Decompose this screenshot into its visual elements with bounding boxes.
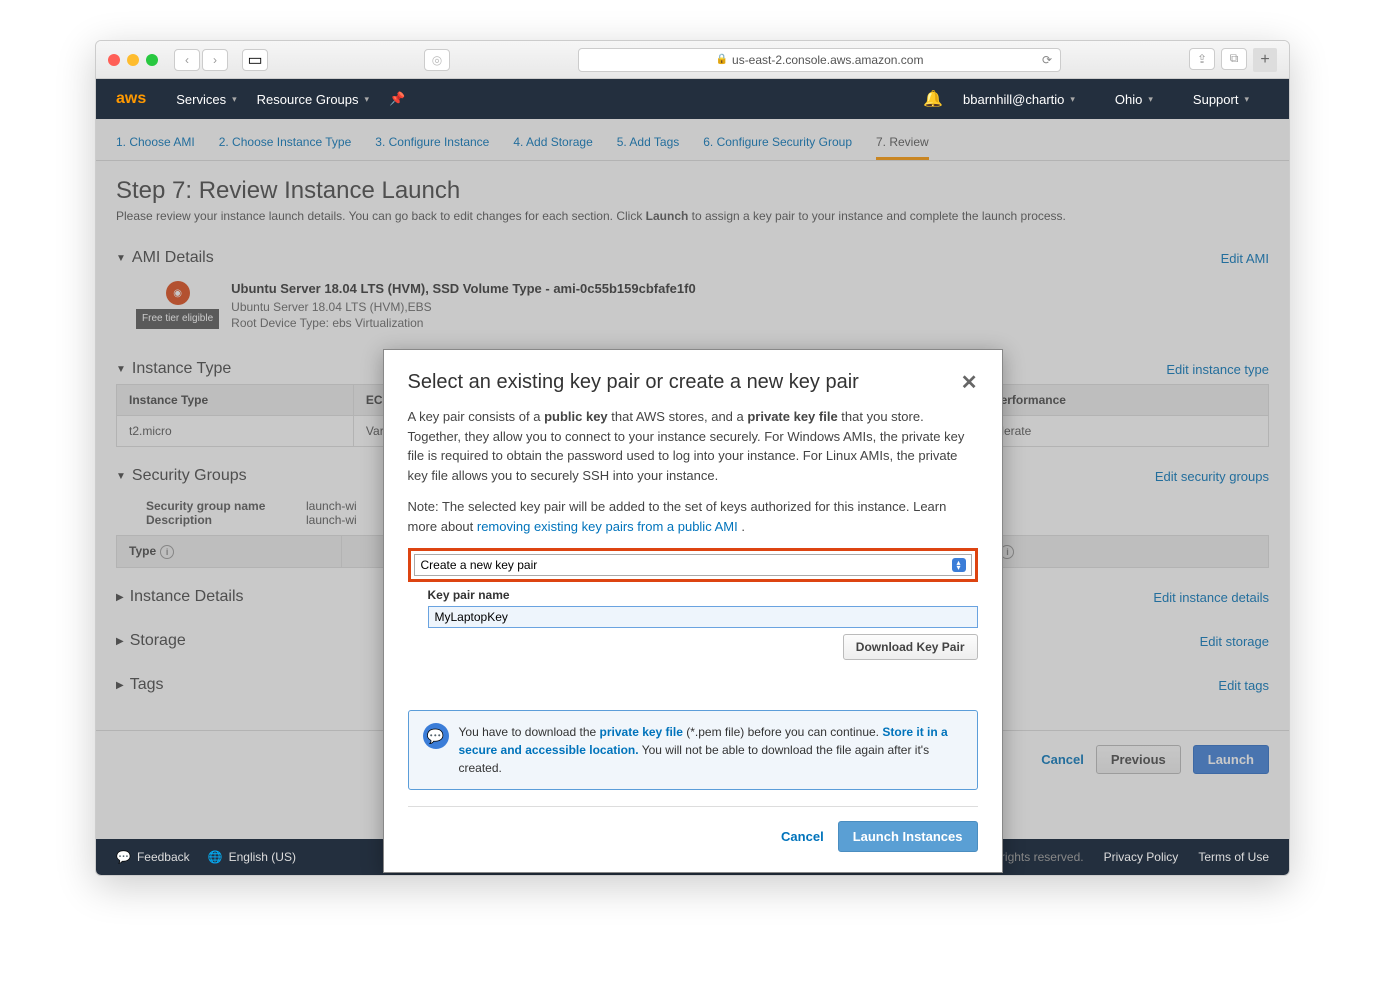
- resource-groups-menu[interactable]: Resource Groups ▾: [257, 92, 369, 107]
- key-pair-modal: Select an existing key pair or create a …: [383, 349, 1003, 873]
- key-pair-name-input[interactable]: [428, 606, 978, 628]
- support-label: Support: [1193, 92, 1239, 107]
- services-label: Services: [176, 92, 226, 107]
- share-icon[interactable]: ⇪: [1189, 48, 1215, 70]
- forward-button[interactable]: ›: [202, 49, 228, 71]
- pin-icon[interactable]: 📌: [389, 91, 405, 107]
- select-chevron-icon: ▴▾: [952, 558, 966, 572]
- modal-paragraph-2: Note: The selected key pair will be adde…: [408, 497, 978, 536]
- chevron-down-icon: ▾: [232, 94, 237, 105]
- feedback-link[interactable]: 💬Feedback: [116, 850, 190, 864]
- key-pair-name-label: Key pair name: [428, 586, 978, 604]
- language-selector[interactable]: 🌐English (US): [208, 850, 296, 864]
- region-label: Ohio: [1115, 92, 1142, 107]
- tabs-icon[interactable]: ⧉: [1221, 48, 1247, 70]
- privacy-link[interactable]: Privacy Policy: [1104, 850, 1179, 864]
- main-content: 1. Choose AMI 2. Choose Instance Type 3.…: [96, 119, 1289, 839]
- back-button[interactable]: ‹: [174, 49, 200, 71]
- sidebar-toggle-icon[interactable]: ▭: [242, 49, 268, 71]
- new-tab-button[interactable]: +: [1253, 48, 1277, 72]
- modal-cancel-link[interactable]: Cancel: [781, 827, 824, 847]
- feedback-icon: 💬: [116, 850, 131, 864]
- chevron-down-icon: ▾: [1070, 94, 1075, 105]
- modal-title: Select an existing key pair or create a …: [408, 371, 859, 394]
- refresh-icon[interactable]: ⟳: [1042, 53, 1052, 67]
- user-label: bbarnhill@chartio: [963, 92, 1064, 107]
- globe-icon: 🌐: [208, 850, 223, 864]
- services-menu[interactable]: Services ▾: [176, 92, 236, 107]
- close-icon[interactable]: ✕: [961, 370, 978, 395]
- download-warning-box: 💬 You have to download the private key f…: [408, 710, 978, 790]
- terms-link[interactable]: Terms of Use: [1198, 850, 1269, 864]
- chevron-down-icon: ▾: [1148, 94, 1153, 105]
- region-menu[interactable]: Ohio ▾: [1115, 92, 1153, 107]
- lock-icon: 🔒: [716, 54, 728, 65]
- modal-paragraph-1: A key pair consists of a public key that…: [408, 407, 978, 485]
- key-pair-action-highlight: Create a new key pair ▴▾: [408, 548, 978, 582]
- minimize-window-icon[interactable]: [127, 54, 139, 66]
- key-pair-action-select[interactable]: Create a new key pair: [414, 554, 972, 576]
- chevron-down-icon: ▾: [365, 94, 370, 105]
- notifications-icon[interactable]: 🔔: [923, 89, 943, 109]
- support-menu[interactable]: Support ▾: [1193, 92, 1249, 107]
- close-window-icon[interactable]: [108, 54, 120, 66]
- browser-window: ‹ › ▭ ◎ 🔒 us-east-2.console.aws.amazon.c…: [95, 40, 1290, 876]
- account-menu[interactable]: bbarnhill@chartio ▾: [963, 92, 1075, 107]
- resource-groups-label: Resource Groups: [257, 92, 359, 107]
- info-bubble-icon: 💬: [423, 723, 449, 749]
- launch-instances-button[interactable]: Launch Instances: [838, 821, 978, 852]
- aws-logo[interactable]: aws: [116, 90, 146, 108]
- mac-title-bar: ‹ › ▭ ◎ 🔒 us-east-2.console.aws.amazon.c…: [96, 41, 1289, 79]
- aws-header: aws Services ▾ Resource Groups ▾ 📌 🔔 bbarn…: [96, 79, 1289, 119]
- address-bar[interactable]: 🔒 us-east-2.console.aws.amazon.com ⟳: [578, 48, 1061, 72]
- chevron-down-icon: ▾: [1244, 94, 1249, 105]
- remove-keypair-link[interactable]: removing existing key pairs from a publi…: [477, 519, 738, 534]
- traffic-lights: [108, 54, 158, 66]
- reader-icon[interactable]: ◎: [424, 49, 450, 71]
- download-key-pair-button[interactable]: Download Key Pair: [843, 634, 978, 660]
- url-text: us-east-2.console.aws.amazon.com: [732, 53, 923, 67]
- maximize-window-icon[interactable]: [146, 54, 158, 66]
